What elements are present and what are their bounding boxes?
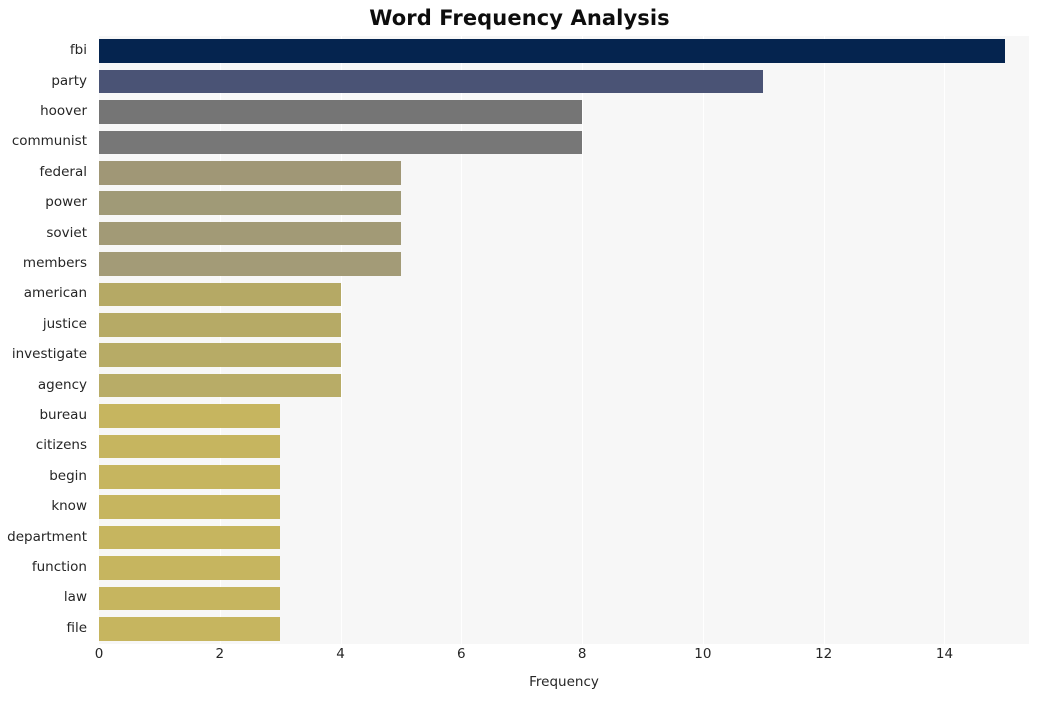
bar-row [99, 404, 1029, 428]
y-tick-label-investigate: investigate [11, 346, 87, 363]
x-tick-label-8: 8 [577, 646, 587, 662]
bar-row [99, 616, 1029, 641]
y-tick-label-justice: justice [42, 315, 87, 332]
y-tick-label-members: members [22, 255, 87, 271]
y-tick-label-fbi: fbi [69, 42, 87, 59]
y-tick-label-soviet: soviet [46, 224, 87, 241]
bar-american[interactable] [99, 282, 341, 307]
bar-soviet[interactable] [99, 221, 401, 246]
bar-row [99, 556, 1029, 580]
bar-row [99, 130, 1029, 155]
bar-row [99, 282, 1029, 307]
y-tick-label-citizens: citizens [35, 437, 87, 454]
y-tick-label-bureau: bureau [39, 407, 87, 423]
plot-area [99, 36, 1029, 644]
x-tick-label-12: 12 [815, 646, 833, 662]
bar-row [99, 434, 1029, 459]
x-tick-label-0: 0 [94, 646, 104, 662]
y-tick-label-agency: agency [37, 376, 87, 393]
bar-agency[interactable] [99, 373, 341, 398]
x-tick-label-6: 6 [457, 646, 466, 662]
bar-law[interactable] [99, 586, 281, 611]
bar-members[interactable] [99, 252, 401, 276]
bar-row [99, 312, 1029, 337]
bar-citizens[interactable] [99, 434, 281, 459]
bar-row [99, 495, 1029, 520]
bar-row [99, 586, 1029, 611]
word-frequency-bar-chart: Word Frequency Analysis fbi party hoover co… [0, 0, 1039, 701]
bar-row [99, 373, 1029, 398]
bar-power[interactable] [99, 191, 401, 216]
x-axis-tick-labels: 0 2 4 6 8 10 12 14 [0, 646, 1039, 670]
bar-row [99, 100, 1029, 124]
bar-begin[interactable] [99, 464, 281, 489]
y-tick-label-party: party [51, 72, 87, 89]
bar-bureau[interactable] [99, 404, 281, 428]
bar-row [99, 343, 1029, 368]
bar-row [99, 191, 1029, 216]
bar-department[interactable] [99, 525, 281, 550]
y-tick-label-begin: begin [49, 467, 87, 484]
chart-title: Word Frequency Analysis [369, 6, 670, 30]
bar-hoover[interactable] [99, 100, 583, 124]
y-axis-tick-labels: fbi party hoover communist federal power sovie… [0, 36, 93, 644]
bar-party[interactable] [99, 69, 764, 94]
bar-row [99, 221, 1029, 246]
x-tick-label-14: 14 [935, 646, 954, 662]
x-axis-title: Frequency [529, 674, 599, 690]
y-tick-label-law: law [63, 589, 87, 606]
y-tick-label-know: know [51, 498, 87, 515]
bar-know[interactable] [99, 495, 281, 520]
x-tick-label-4: 4 [336, 646, 345, 662]
x-tick-label-2: 2 [215, 646, 225, 662]
y-tick-label-department: department [7, 528, 87, 545]
y-tick-label-file: file [66, 619, 87, 636]
bar-row [99, 39, 1029, 64]
y-tick-label-hoover: hoover [40, 103, 87, 119]
bar-row [99, 160, 1029, 185]
bars-layer [99, 36, 1029, 644]
bar-row [99, 525, 1029, 550]
bar-investigate[interactable] [99, 343, 341, 368]
bar-justice[interactable] [99, 312, 341, 337]
bar-communist[interactable] [99, 130, 583, 155]
y-tick-label-american: american [23, 285, 87, 302]
bar-function[interactable] [99, 556, 281, 580]
y-tick-label-communist: communist [11, 133, 87, 150]
bar-federal[interactable] [99, 160, 401, 185]
bar-fbi[interactable] [99, 39, 1005, 64]
bar-row [99, 464, 1029, 489]
bar-row [99, 252, 1029, 276]
y-tick-label-function: function [31, 559, 87, 575]
y-tick-label-power: power [45, 194, 87, 211]
bar-row [99, 69, 1029, 94]
bar-file[interactable] [99, 616, 281, 641]
x-tick-label-10: 10 [694, 646, 712, 662]
y-tick-label-federal: federal [39, 163, 87, 180]
